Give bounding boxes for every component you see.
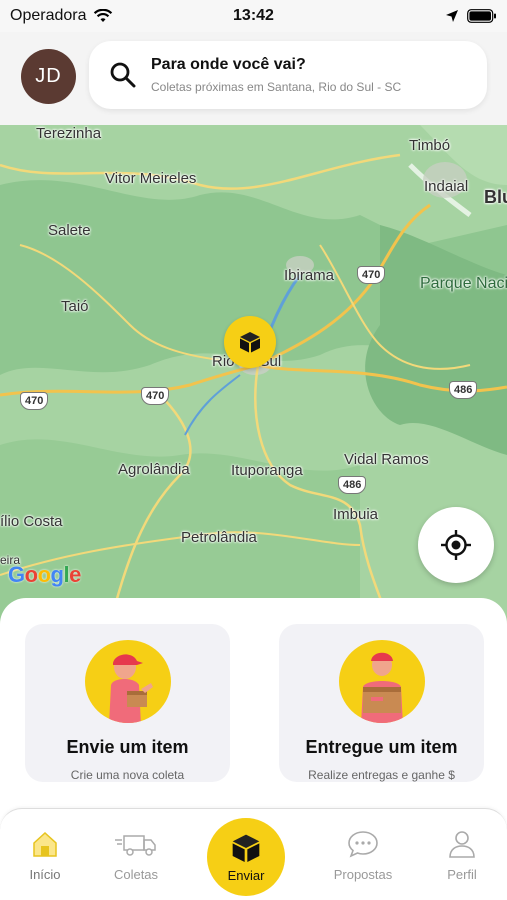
map-label-agrolandia: Agrolândia — [118, 461, 190, 478]
carrier-group: Operadora — [10, 7, 113, 25]
tab-home[interactable]: Início — [5, 829, 85, 882]
search-box[interactable]: Para onde você vai? Coletas próximas em … — [89, 41, 487, 109]
send-item-subtitle: Crie uma nova coleta — [70, 768, 185, 782]
avatar[interactable]: JD — [21, 49, 76, 104]
wifi-icon — [93, 9, 112, 22]
chat-bubble-icon — [348, 831, 378, 858]
road-shield-470: 470 — [141, 387, 170, 405]
send-item-card[interactable]: Envie um item Crie uma nova coleta — [25, 624, 230, 782]
bottom-sheet: Envie um item Crie uma nova coleta Entre… — [0, 598, 507, 828]
tab-home-label: Início — [29, 867, 61, 882]
tab-propostas-label: Propostas — [333, 867, 393, 882]
map-label-ibirama: Ibirama — [284, 267, 335, 284]
send-item-illustration — [84, 640, 171, 723]
locate-button[interactable] — [418, 507, 494, 583]
header: JD Para onde você vai? Coletas próximas … — [0, 32, 507, 125]
search-icon — [110, 62, 136, 88]
status-right — [445, 9, 497, 23]
location-arrow-icon — [446, 10, 458, 22]
search-title: Para onde você vai? — [151, 56, 306, 73]
send-fab-label: Enviar — [227, 867, 265, 883]
courier-with-box-icon — [108, 653, 153, 723]
tab-perfil[interactable]: Perfil — [422, 829, 502, 882]
box-icon — [240, 332, 260, 353]
map-label-vitor-meireles: Vitor Meireles — [105, 170, 197, 187]
map-label-petrolandia: Petrolândia — [181, 529, 257, 546]
carrier-name: Operadora — [10, 7, 87, 24]
map-label-ituporanga: Ituporanga — [231, 462, 303, 479]
avatar-initials: JD — [35, 65, 62, 87]
box-icon — [232, 834, 260, 862]
deliver-item-illustration — [338, 640, 425, 723]
map-label-blu: Blu — [484, 187, 507, 207]
deliver-item-subtitle: Realize entregas e ganhe $ — [308, 768, 455, 782]
map-label-indaial: Indaial — [424, 178, 469, 195]
road-shield-470: 470 — [357, 266, 386, 284]
map-label-timbo: Timbó — [409, 137, 451, 154]
search-subtitle: Coletas próximas em Santana, Rio do Sul … — [151, 80, 402, 94]
crosshair-icon — [441, 530, 471, 560]
map-label-parque: Parque Nacional d Serra do Ita — [420, 275, 507, 292]
map-label-imbuia: Imbuia — [333, 506, 379, 523]
map-label-terezinha: Terezinha — [36, 125, 102, 142]
search-texts: Para onde você vai? Coletas próximas em … — [151, 56, 401, 94]
map-label-ilio-costa: ílio Costa — [0, 513, 63, 530]
road-shield-486: 486 — [338, 476, 367, 494]
send-fab-button[interactable]: Enviar — [207, 818, 285, 896]
tab-coletas-label: Coletas — [113, 867, 159, 882]
map-label-vidal-ramos: Vidal Ramos — [344, 451, 429, 468]
deliver-item-card[interactable]: Entregue um item Realize entregas e ganh… — [279, 624, 484, 782]
status-bar: Operadora 13:42 — [0, 0, 507, 32]
user-icon — [449, 831, 475, 858]
road-shield-486: 486 — [449, 381, 478, 399]
map[interactable]: Terezinha Timbó Indaial Blu Vitor Meirel… — [0, 125, 507, 625]
battery-icon — [467, 9, 496, 23]
send-item-title: Envie um item — [66, 737, 189, 757]
truck-icon — [115, 835, 156, 856]
delivery-person-icon — [360, 652, 403, 723]
deliver-item-title: Entregue um item — [305, 737, 458, 757]
tab-coletas[interactable]: Coletas — [96, 829, 176, 882]
map-label-salete: Salete — [48, 222, 91, 239]
map-label-taio: Taió — [61, 298, 89, 315]
tab-bar: Início Coletas Enviar Propostas Perfil — [0, 808, 507, 900]
tab-perfil-label: Perfil — [447, 867, 477, 882]
map-pin[interactable] — [224, 316, 276, 368]
road-shield-470: 470 — [20, 392, 49, 410]
google-logo: Google — [8, 562, 81, 587]
tab-propostas[interactable]: Propostas — [323, 829, 403, 882]
home-icon — [33, 831, 57, 857]
